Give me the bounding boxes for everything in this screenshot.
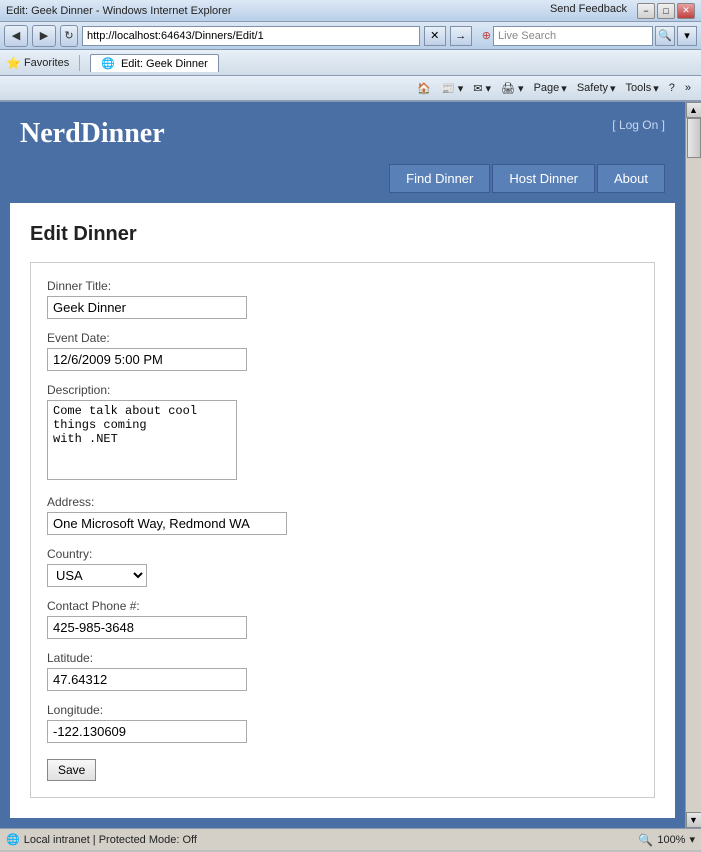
refresh-button[interactable]: ↻ (60, 25, 78, 47)
favorites-bar: ⭐ Favorites 🌐 Edit: Geek Dinner (0, 50, 701, 76)
forward-button[interactable]: ▶ (32, 25, 56, 47)
phone-group: Contact Phone #: (47, 599, 638, 639)
description-input[interactable]: Come talk about cool things coming with … (47, 400, 237, 480)
find-dinner-nav[interactable]: Find Dinner (389, 164, 490, 193)
scroll-thumb[interactable] (687, 118, 701, 158)
scroll-up-button[interactable]: ▲ (686, 102, 701, 118)
scroll-track[interactable] (686, 118, 701, 812)
help-button[interactable]: ? (665, 80, 679, 97)
status-text: 🌐 Local intranet | Protected Mode: Off (6, 833, 197, 846)
maximize-button[interactable]: □ (657, 3, 675, 19)
globe-icon: 🌐 (6, 833, 20, 846)
separator (79, 55, 80, 71)
back-button[interactable]: ◀ (4, 25, 28, 47)
address-input[interactable] (47, 512, 287, 535)
favorites-button[interactable]: ⭐ Favorites (6, 56, 69, 70)
tab-icon: 🌐 (101, 58, 115, 70)
send-feedback[interactable]: Send Feedback (550, 3, 627, 19)
go-button[interactable]: → (450, 26, 472, 46)
search-dropdown[interactable]: ▾ (677, 26, 697, 46)
page-title: Edit Dinner (30, 223, 655, 246)
zoom-icon: 🔍 (638, 833, 653, 847)
safety-button[interactable]: Safety ▾ (573, 80, 620, 97)
address-group: Address: (47, 495, 638, 535)
phone-label: Contact Phone #: (47, 599, 638, 613)
zoom-control[interactable]: 🔍 100% ▾ (638, 833, 695, 847)
site-title: NerdDinner (20, 118, 165, 150)
edit-dinner-form: Dinner Title: Event Date: Description: C… (30, 262, 655, 798)
save-button[interactable]: Save (47, 759, 96, 781)
search-button[interactable]: 🔍 (655, 26, 675, 46)
host-dinner-nav[interactable]: Host Dinner (492, 164, 595, 193)
phone-input[interactable] (47, 616, 247, 639)
dinner-title-group: Dinner Title: (47, 279, 638, 319)
longitude-label: Longitude: (47, 703, 638, 717)
country-label: Country: (47, 547, 638, 561)
longitude-group: Longitude: (47, 703, 638, 743)
zoom-dropdown-icon: ▾ (689, 833, 695, 846)
log-on-link[interactable]: [ Log On ] (612, 118, 665, 132)
page-content: NerdDinner [ Log On ] Find Dinner Host D… (0, 102, 685, 828)
feeds-button[interactable]: 📰 ▾ (437, 80, 467, 97)
scroll-down-button[interactable]: ▼ (686, 812, 701, 828)
toolbar-more[interactable]: » (681, 80, 695, 97)
refresh-stop-button[interactable]: ✕ (424, 26, 446, 46)
browser-content-wrapper: NerdDinner [ Log On ] Find Dinner Host D… (0, 102, 701, 828)
address-bar: ◀ ▶ ↻ ✕ → ⊕ Live Search 🔍 ▾ (0, 22, 701, 50)
country-select[interactable]: USA Canada UK Australia (47, 564, 147, 587)
event-date-group: Event Date: (47, 331, 638, 371)
toolbar-bar: 🏠 📰 ▾ ✉ ▾ 🖨 ▾ Page ▾ Safety ▾ Tools ▾ ? … (0, 76, 701, 102)
dinner-title-input[interactable] (47, 296, 247, 319)
description-group: Description: Come talk about cool things… (47, 383, 638, 483)
status-bar: 🌐 Local intranet | Protected Mode: Off 🔍… (0, 828, 701, 850)
scrollbar: ▲ ▼ (685, 102, 701, 828)
main-content: Edit Dinner Dinner Title: Event Date: De… (10, 203, 675, 818)
star-icon: ⭐ (6, 56, 21, 70)
event-date-input[interactable] (47, 348, 247, 371)
address-input[interactable] (82, 26, 420, 46)
minimize-button[interactable]: − (637, 3, 655, 19)
print-button[interactable]: 🖨 ▾ (497, 80, 528, 97)
mail-button[interactable]: ✉ ▾ (469, 80, 495, 97)
site-header: NerdDinner [ Log On ] (0, 102, 685, 160)
search-input[interactable]: Live Search (493, 26, 653, 46)
country-group: Country: USA Canada UK Australia (47, 547, 638, 587)
tools-button[interactable]: Tools ▾ (622, 80, 663, 97)
description-label: Description: (47, 383, 638, 397)
address-label: Address: (47, 495, 638, 509)
close-button[interactable]: ✕ (677, 3, 695, 19)
browser-tab[interactable]: 🌐 Edit: Geek Dinner (90, 54, 219, 72)
longitude-input[interactable] (47, 720, 247, 743)
about-nav[interactable]: About (597, 164, 665, 193)
latitude-label: Latitude: (47, 651, 638, 665)
title-bar: Edit: Geek Dinner - Windows Internet Exp… (0, 0, 701, 22)
dinner-title-label: Dinner Title: (47, 279, 638, 293)
latitude-input[interactable] (47, 668, 247, 691)
window-title: Edit: Geek Dinner - Windows Internet Exp… (6, 5, 232, 17)
latitude-group: Latitude: (47, 651, 638, 691)
event-date-label: Event Date: (47, 331, 638, 345)
home-button[interactable]: 🏠 (413, 80, 435, 97)
page-button[interactable]: Page ▾ (530, 80, 571, 97)
window-controls: Send Feedback − □ ✕ (550, 3, 695, 19)
nav-bar: Find Dinner Host Dinner About (0, 160, 685, 193)
